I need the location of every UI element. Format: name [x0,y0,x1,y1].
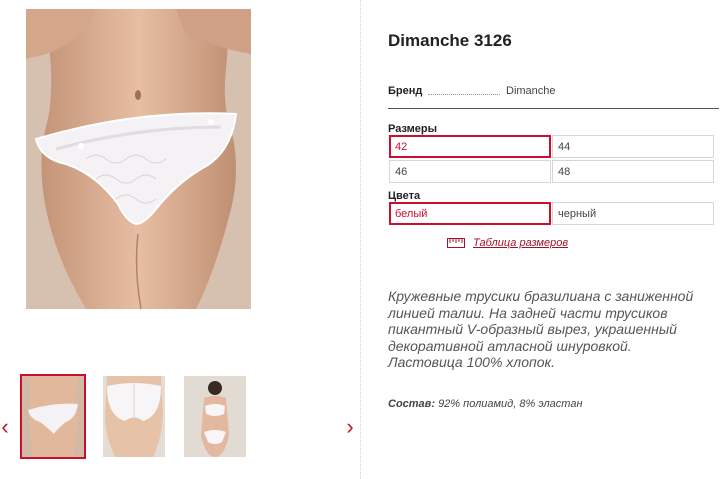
sizes-label: Размеры [388,123,438,135]
thumbnail-back-view[interactable] [103,376,165,457]
column-divider [360,0,361,479]
size-table-link-text[interactable]: Таблица размеров [473,237,568,249]
size-option-42[interactable]: 42 [389,135,551,158]
size-option-46[interactable]: 46 [389,160,551,183]
chevron-left-icon[interactable]: ‹ [0,415,12,439]
brand-label: Бренд [388,85,423,97]
thumbnail-back-image [103,376,165,457]
thumbnail-full-set-view[interactable] [184,376,246,457]
brand-row: Бренд Dimanche [388,85,718,101]
section-divider [388,108,719,109]
thumbnail-front-view[interactable] [20,374,86,459]
brand-dotted-leader [428,94,500,95]
chevron-right-icon[interactable]: › [343,415,357,439]
product-composition: Состав: 92% полиамид, 8% эластан [388,398,583,410]
colors-label: Цвета [388,190,421,202]
ruler-icon [447,238,465,248]
color-option-white[interactable]: белый [389,202,551,225]
size-table-link[interactable]: Таблица размеров [447,237,568,249]
thumbnail-full-set-image [184,376,246,457]
main-product-photo[interactable] [26,9,251,309]
product-photo-image [26,9,251,309]
size-option-44[interactable]: 44 [552,135,714,158]
composition-value: 92% полиамид, 8% эластан [438,398,583,410]
size-option-48[interactable]: 48 [552,160,714,183]
product-description: Кружевные трусики бразилиана с заниженно… [388,288,694,370]
color-option-black[interactable]: черный [552,202,714,225]
thumbnail-front-image [22,376,84,457]
product-title: Dimanche 3126 [388,31,512,50]
composition-label: Состав: [388,398,435,410]
brand-value: Dimanche [506,85,556,97]
